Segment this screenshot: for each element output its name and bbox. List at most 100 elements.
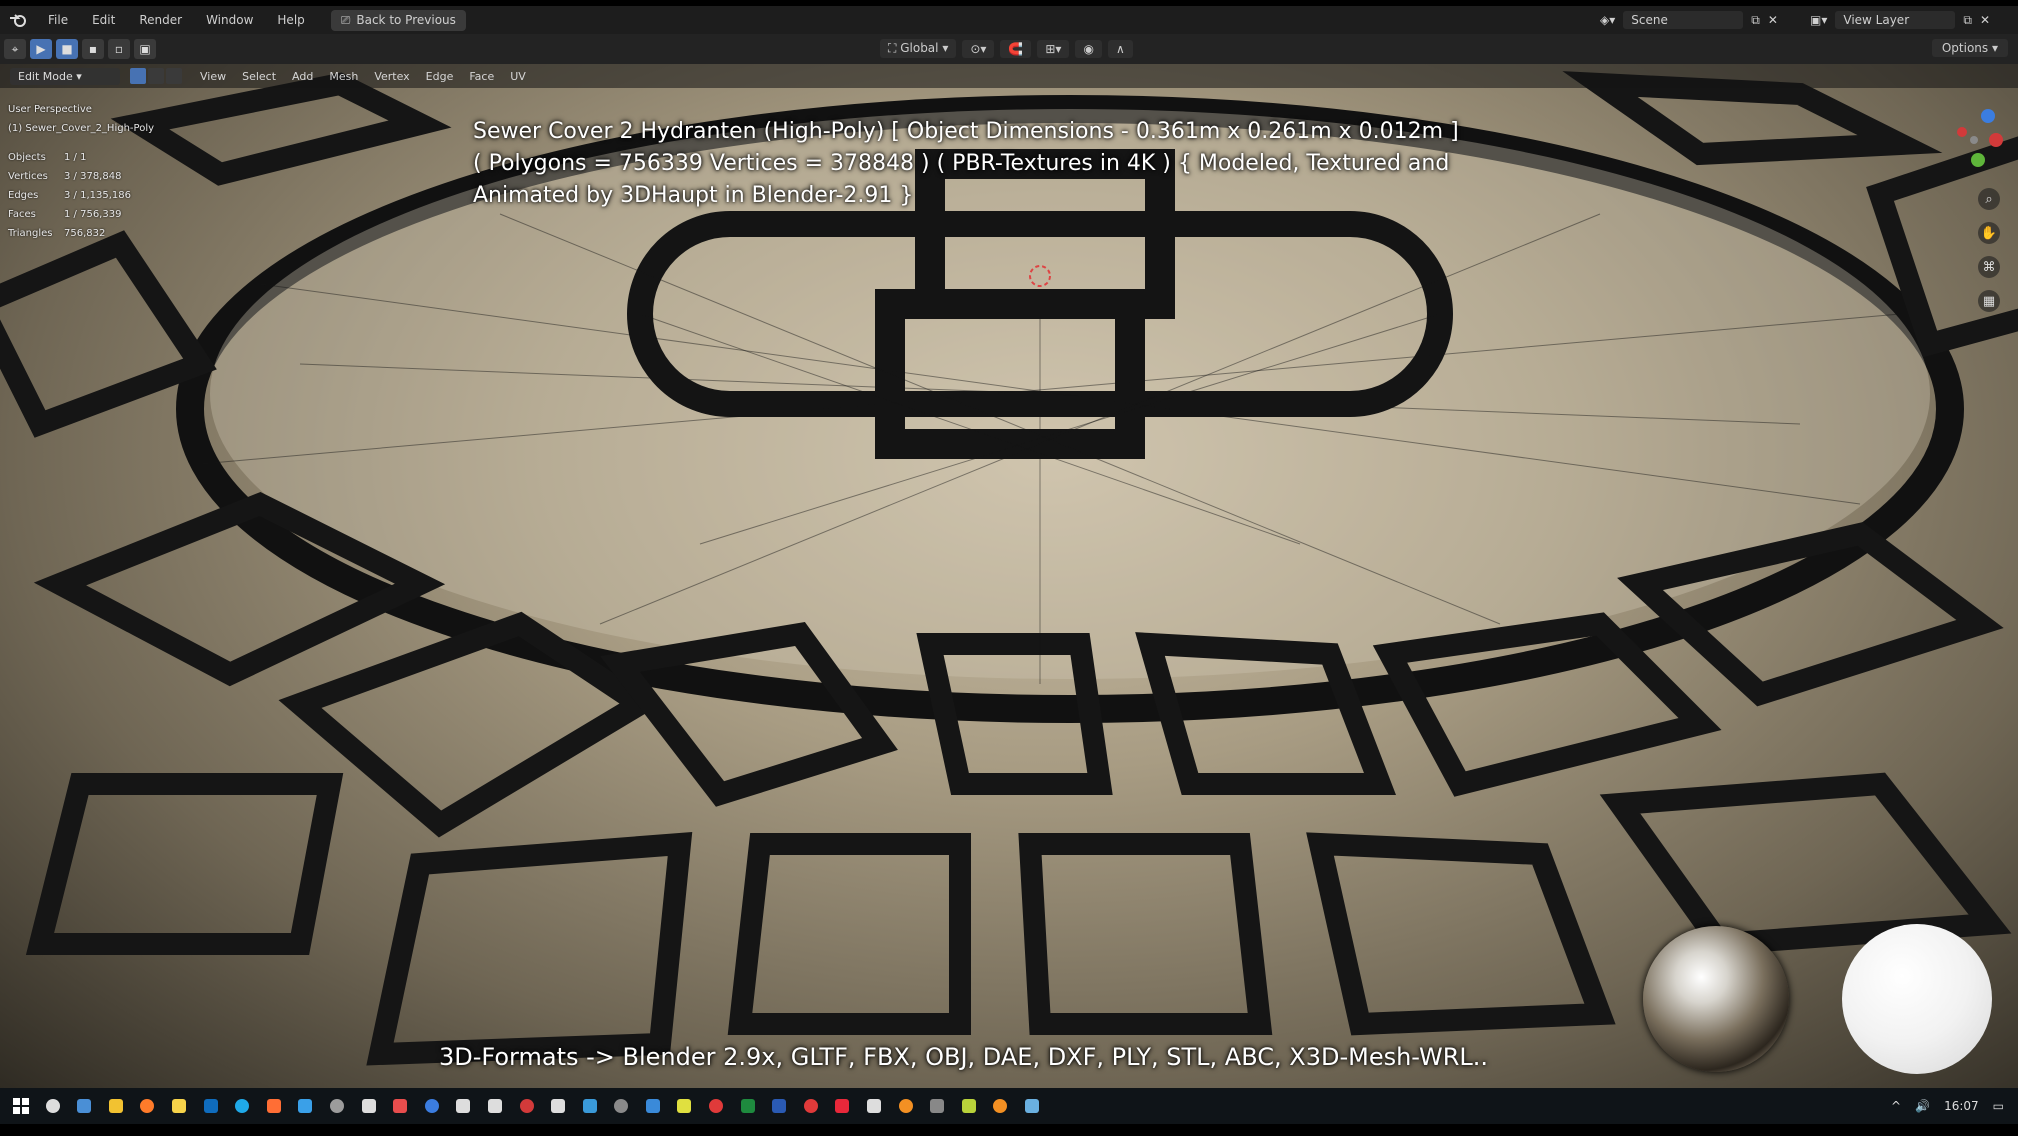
menu-file[interactable]: File xyxy=(36,13,80,27)
menu-vertex[interactable]: Vertex xyxy=(366,68,417,85)
menu-select[interactable]: Select xyxy=(234,68,284,85)
search-icon[interactable] xyxy=(40,1094,66,1118)
select-subtract-icon[interactable]: ▫ xyxy=(108,39,130,59)
color-icon[interactable] xyxy=(671,1094,697,1118)
blender-top-bar: File Edit Render Window Help ⎚ Back to P… xyxy=(0,6,2018,34)
select-extend-icon[interactable]: ▪ xyxy=(82,39,104,59)
blender-icon[interactable] xyxy=(893,1094,919,1118)
menu-edge[interactable]: Edge xyxy=(418,68,462,85)
menu-view[interactable]: View xyxy=(192,68,234,85)
mode-dropdown[interactable]: Edit Mode ▾ xyxy=(10,67,120,85)
unity-icon[interactable] xyxy=(356,1094,382,1118)
tool-icon[interactable] xyxy=(324,1094,350,1118)
view-layer-copy-icon[interactable]: ⧉ xyxy=(1963,13,1972,28)
view-layer-selector: ▣▾ View Layer ⧉ ✕ xyxy=(1810,8,1990,32)
word-icon[interactable] xyxy=(766,1094,792,1118)
menu-uv[interactable]: UV xyxy=(502,68,534,85)
opera-icon[interactable] xyxy=(829,1094,855,1118)
chrome-icon[interactable] xyxy=(261,1094,287,1118)
scene-copy-icon[interactable]: ⧉ xyxy=(1751,13,1760,28)
scene-close-icon[interactable]: ✕ xyxy=(1768,13,1778,27)
gem-icon[interactable] xyxy=(482,1094,508,1118)
editor-icon[interactable] xyxy=(1019,1094,1045,1118)
notepad-icon[interactable] xyxy=(166,1094,192,1118)
pivot-point-dropdown[interactable]: ⊙▾ xyxy=(962,39,995,58)
falloff-dropdown[interactable]: ∧ xyxy=(1107,39,1133,58)
stat-row: Edges 3 / 1,135,186 xyxy=(8,186,154,205)
color-glyph xyxy=(677,1099,692,1113)
3d-viewport[interactable]: Edit Mode ▾ View Select Add Mesh Vertex … xyxy=(0,64,2018,1088)
paint-icon[interactable] xyxy=(387,1094,413,1118)
bug-icon[interactable] xyxy=(798,1094,824,1118)
transform-orientation-dropdown[interactable]: ⛶ Global ▾ xyxy=(880,39,957,58)
zoom-icon[interactable]: ⌕ xyxy=(1978,188,2000,210)
save-icon[interactable] xyxy=(71,1094,97,1118)
notification-icon[interactable]: ▭ xyxy=(1993,1099,2004,1113)
grid-icon[interactable]: ▦ xyxy=(1978,290,2000,312)
stat-row: Vertices 3 / 378,848 xyxy=(8,167,154,186)
axis-gizmo-icon[interactable] xyxy=(1948,104,2008,174)
select-tool-icon[interactable]: ▶ xyxy=(30,39,52,59)
volume-icon[interactable]: 🔊 xyxy=(1915,1099,1930,1113)
menu-mesh[interactable]: Mesh xyxy=(321,68,366,85)
terminal-icon[interactable] xyxy=(924,1094,950,1118)
calc-icon[interactable] xyxy=(608,1094,634,1118)
star-icon[interactable] xyxy=(703,1094,729,1118)
camera-glyph xyxy=(582,1099,597,1113)
mode-label: Edit Mode xyxy=(18,69,73,83)
tray-chevron-icon[interactable]: ^ xyxy=(1891,1099,1901,1113)
menu-help[interactable]: Help xyxy=(265,13,316,27)
select-mode-group xyxy=(130,68,182,84)
back-to-previous-button[interactable]: ⎚ Back to Previous xyxy=(330,9,466,31)
inkscape-glyph xyxy=(456,1099,471,1113)
menu-window[interactable]: Window xyxy=(194,13,265,27)
grid-app-glyph xyxy=(645,1099,660,1113)
blender-icon-2[interactable] xyxy=(987,1094,1013,1118)
camera-icon[interactable]: ⌘ xyxy=(1978,256,2000,278)
stat-row: Faces 1 / 756,339 xyxy=(8,205,154,224)
save-glyph xyxy=(77,1099,92,1113)
select-invert-icon[interactable]: ▣ xyxy=(134,39,156,59)
scene-name-field[interactable]: Scene xyxy=(1623,11,1744,29)
record-icon[interactable] xyxy=(514,1094,540,1118)
edge-select-icon[interactable] xyxy=(148,68,164,84)
hand-pan-icon[interactable]: ✋ xyxy=(1978,222,2000,244)
blender-glyph xyxy=(898,1099,913,1113)
scene-icon[interactable]: ◈▾ xyxy=(1600,13,1615,27)
snap-target-dropdown[interactable]: ⊞▾ xyxy=(1037,39,1070,58)
plus-glyph xyxy=(961,1099,976,1113)
vertex-select-icon[interactable] xyxy=(130,68,146,84)
folder-icon[interactable] xyxy=(103,1094,129,1118)
navigation-gizmo[interactable] xyxy=(1948,104,2008,178)
blender-logo-icon[interactable] xyxy=(0,12,36,28)
view-layer-icon[interactable]: ▣▾ xyxy=(1810,13,1827,27)
app-icon[interactable] xyxy=(292,1094,318,1118)
options-dropdown[interactable]: Options ▾ xyxy=(1931,39,2008,57)
editor-type-icon[interactable]: ⌖ xyxy=(4,39,26,59)
grid-app-icon[interactable] xyxy=(640,1094,666,1118)
camera-icon[interactable] xyxy=(577,1094,603,1118)
inkscape-icon[interactable] xyxy=(450,1094,476,1118)
skype-icon[interactable] xyxy=(229,1094,255,1118)
view-layer-field[interactable]: View Layer xyxy=(1835,11,1956,29)
obs-icon[interactable] xyxy=(545,1094,571,1118)
excel-icon[interactable] xyxy=(735,1094,761,1118)
view-layer-close-icon[interactable]: ✕ xyxy=(1980,13,1990,27)
options-label: Options xyxy=(1941,41,1989,55)
file-icon[interactable] xyxy=(861,1094,887,1118)
menu-add[interactable]: Add xyxy=(284,68,321,85)
face-select-icon[interactable] xyxy=(166,68,182,84)
snap-toggle[interactable]: 🧲 xyxy=(1000,39,1032,58)
menu-render[interactable]: Render xyxy=(127,13,194,27)
hdri-preview-diffuse-sphere xyxy=(1842,924,1992,1074)
firefox-icon[interactable] xyxy=(134,1094,160,1118)
proportional-edit-toggle[interactable]: ◉ xyxy=(1075,39,1102,58)
outlook-icon[interactable] xyxy=(198,1094,224,1118)
select-new-icon[interactable]: ■ xyxy=(56,39,78,59)
menu-edit[interactable]: Edit xyxy=(80,13,127,27)
windows-start-icon[interactable] xyxy=(8,1094,34,1118)
clock[interactable]: 16:07 xyxy=(1944,1099,1979,1113)
menu-face[interactable]: Face xyxy=(461,68,502,85)
sketch-icon[interactable] xyxy=(419,1094,445,1118)
plus-icon[interactable] xyxy=(956,1094,982,1118)
